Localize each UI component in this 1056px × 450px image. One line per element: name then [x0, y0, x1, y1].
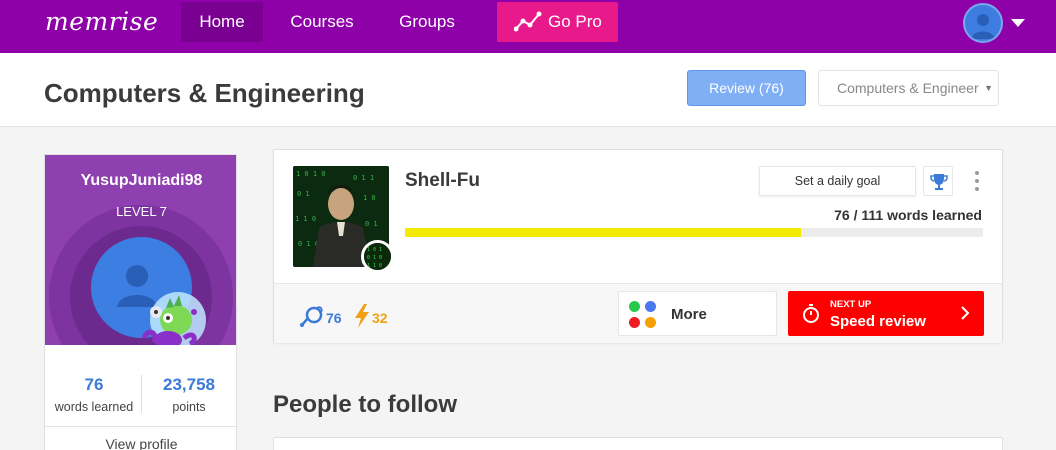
water-count: 76	[326, 310, 342, 326]
review-button[interactable]: Review (76)	[687, 70, 806, 106]
watering-can-icon	[300, 306, 323, 327]
go-pro-label: Go Pro	[548, 12, 602, 31]
dot-blue	[645, 301, 656, 312]
kebab-menu-icon[interactable]	[973, 171, 981, 193]
people-to-follow-title: People to follow	[273, 391, 457, 418]
svg-text:0 1 0: 0 1 0	[367, 255, 382, 261]
svg-text:1 1 0: 1 1 0	[295, 215, 316, 223]
profile-card: YusupJuniadi98 LEVEL 7 76 words learned …	[44, 154, 237, 450]
course-name[interactable]: Shell-Fu	[405, 170, 480, 192]
bolt-count: 32	[372, 310, 388, 326]
dot-red	[629, 317, 640, 328]
chart-line-icon	[514, 11, 542, 32]
words-learned-stat: 76 words learned	[47, 375, 141, 414]
top-navbar: memrise Home Courses Groups Go Pro	[0, 0, 1056, 53]
go-pro-button[interactable]: Go Pro	[497, 2, 618, 42]
course-progress-fill	[405, 228, 801, 237]
course-card-actions: 76 32 More NEXT UP Speed review	[274, 283, 1002, 343]
nav-courses[interactable]: Courses	[273, 2, 371, 42]
dot-orange	[645, 317, 656, 328]
memrise-logo[interactable]: memrise	[45, 7, 158, 36]
select-arrow-icon: ▼	[984, 83, 993, 93]
more-button[interactable]: More	[618, 291, 777, 336]
course-badge-icon: 1 0 1 0 1 0 1 1 0	[361, 240, 394, 273]
points-stat: 23,758 points	[141, 375, 236, 414]
svg-text:1 0 1 0: 1 0 1 0	[296, 170, 326, 178]
dot-green	[629, 301, 640, 312]
course-header: Computers & Engineering Review (76) Comp…	[0, 53, 1056, 127]
set-daily-goal-button[interactable]: Set a daily goal	[759, 166, 916, 196]
more-label: More	[671, 306, 707, 323]
course-progress-bar	[405, 228, 983, 237]
course-card: 1 0 1 00 1 1 0 11 0 1 1 00 1 0 1 01 1 1 …	[273, 149, 1003, 343]
profile-banner: YusupJuniadi98 LEVEL 7	[45, 155, 236, 345]
speed-review-button[interactable]: NEXT UP Speed review	[788, 291, 984, 336]
username[interactable]: YusupJuniadi98	[45, 172, 236, 190]
stopwatch-icon	[803, 304, 819, 323]
page-title: Computers & Engineering	[44, 78, 365, 108]
view-profile-link[interactable]: View profile	[45, 436, 236, 450]
user-level: LEVEL 7	[116, 204, 167, 219]
svg-text:0 1 1: 0 1 1	[353, 174, 374, 182]
words-label: words learned	[54, 400, 134, 414]
chevron-right-icon	[961, 306, 970, 320]
lightning-icon	[355, 304, 369, 328]
words-learned-progress-text: 76 / 111 words learned	[834, 207, 982, 223]
trophy-icon	[930, 174, 948, 190]
people-to-follow-card	[273, 437, 1003, 450]
nav-home[interactable]: Home	[181, 2, 263, 42]
points-label: points	[172, 400, 206, 414]
trophy-button[interactable]	[923, 166, 953, 196]
points-count: 23,758	[163, 375, 215, 394]
course-select-value: Computers & Engineering	[837, 80, 979, 96]
course-select[interactable]: Computers & Engineering ▼	[818, 70, 999, 106]
caret-down-icon[interactable]	[1011, 19, 1025, 27]
speed-review-label: Speed review	[830, 313, 926, 330]
svg-text:0 1 0: 0 1 0	[298, 240, 319, 248]
svg-text:0 1: 0 1	[365, 220, 378, 228]
words-count: 76	[84, 375, 104, 394]
svg-text:1 1 0: 1 1 0	[367, 263, 382, 269]
svg-text:1 0: 1 0	[363, 194, 376, 202]
profile-divider	[45, 426, 236, 427]
nav-groups[interactable]: Groups	[384, 2, 470, 42]
mascot-icon	[141, 292, 206, 345]
user-avatar-icon[interactable]	[963, 3, 1003, 43]
svg-text:1 0 1: 1 0 1	[367, 247, 382, 253]
next-up-label: NEXT UP	[830, 299, 872, 310]
svg-text:0 1: 0 1	[297, 190, 310, 198]
